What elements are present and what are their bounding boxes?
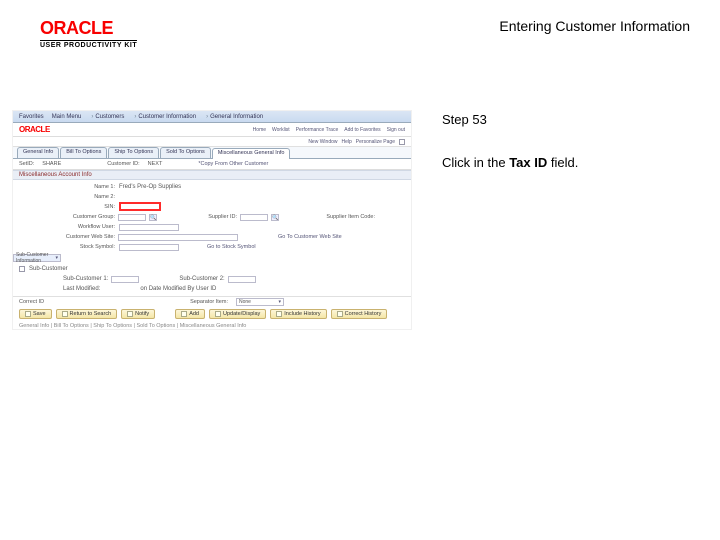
link-signout[interactable]: Sign out: [387, 127, 405, 133]
section-subcustomer: Sub-Customer Information: [13, 254, 61, 262]
sub2-field[interactable]: [228, 276, 256, 283]
lastmod-label: Last Modified:: [63, 286, 100, 292]
link-addfav[interactable]: Add to Favorites: [344, 127, 380, 133]
link-personalize[interactable]: Personalize Page: [356, 139, 395, 145]
notify-icon: [127, 311, 133, 317]
website-label: Customer Web Site:: [63, 234, 115, 240]
custid-label: Customer ID:: [107, 161, 139, 167]
footer-links[interactable]: General Info | Bill To Options | Ship To…: [13, 322, 411, 332]
custgrp-field[interactable]: [118, 214, 146, 221]
name1-value: Fred's Pre-Op Supplies: [119, 184, 181, 190]
stock-field[interactable]: [119, 244, 179, 251]
add-icon: [181, 311, 187, 317]
tab-misc[interactable]: Miscellaneous General Info: [212, 148, 291, 159]
setid-value: SHARE: [42, 161, 61, 167]
link-home[interactable]: Home: [253, 127, 266, 133]
instruction-text: Click in the Tax ID field.: [442, 155, 578, 170]
tabs: General Info Bill To Options Ship To Opt…: [13, 147, 411, 159]
setid-label: SetID:: [19, 161, 34, 167]
inchist-button[interactable]: Include History: [270, 309, 326, 319]
go-website-link[interactable]: Go To Customer Web Site: [278, 234, 342, 240]
http-icon: [399, 139, 405, 145]
return-icon: [62, 311, 68, 317]
instruction-pane: Step 53 Click in the Tax ID field.: [442, 110, 578, 330]
save-button[interactable]: Save: [19, 309, 52, 319]
supplier-label: Supplier ID:: [197, 214, 237, 220]
update-icon: [215, 311, 221, 317]
name1-label: Name 1:: [63, 184, 115, 190]
oracle-logo: ORACLE: [40, 18, 137, 39]
app-oracle-logo: ORACLE: [19, 125, 50, 134]
link-perf[interactable]: Performance Trace: [296, 127, 339, 133]
return-button[interactable]: Return to Search: [56, 309, 118, 319]
sub1-field[interactable]: [111, 276, 139, 283]
custgrp-label: Customer Group:: [63, 214, 115, 220]
doc-title: Entering Customer Information: [499, 18, 700, 34]
lookup-icon[interactable]: 🔍: [149, 214, 157, 221]
tab-ship-to[interactable]: Ship To Options: [108, 147, 159, 158]
custid-value: NEXT: [148, 161, 163, 167]
workflow-field[interactable]: [119, 224, 179, 231]
step-label: Step 53: [442, 112, 578, 127]
modby-label: on Date Modified By User ID: [140, 286, 216, 292]
subcustomer-label: Sub-Customer: [29, 266, 68, 272]
lookup-icon[interactable]: 🔍: [271, 214, 279, 221]
app-screenshot: Favorites Main Menu› Customers› Customer…: [12, 110, 412, 330]
link-worklist[interactable]: Worklist: [272, 127, 290, 133]
supplset-label: Supplier Item Code:: [319, 214, 375, 220]
tab-sold-to[interactable]: Sold To Options: [160, 147, 211, 158]
separator-label: Separator Item:: [190, 299, 228, 305]
copy-from-link[interactable]: *Copy From Other Customer: [198, 161, 268, 167]
breadcrumb: Favorites Main Menu› Customers› Customer…: [13, 111, 411, 123]
save-icon: [25, 311, 31, 317]
go-stock-link[interactable]: Go to Stock Symbol: [207, 244, 256, 250]
correct-icon: [337, 311, 343, 317]
sub1-label: Sub-Customer 1:: [63, 276, 108, 282]
supplier-field[interactable]: [240, 214, 268, 221]
stock-label: Stock Symbol:: [63, 244, 115, 250]
sub2-label: Sub-Customer 2:: [179, 276, 224, 282]
sin-label: SIN:: [63, 204, 115, 210]
correctid-label: Correct ID: [19, 299, 44, 305]
workflow-label: Workflow User:: [63, 224, 115, 230]
corrhist-button[interactable]: Correct History: [331, 309, 388, 319]
nav-customers[interactable]: Customers: [95, 114, 124, 120]
name2-label: Name 2:: [63, 194, 115, 200]
tab-bill-to[interactable]: Bill To Options: [60, 147, 107, 158]
add-button[interactable]: Add: [175, 309, 205, 319]
upk-label: USER PRODUCTIVITY KIT: [40, 40, 137, 49]
nav-main[interactable]: Main Menu: [52, 114, 82, 120]
link-newwindow[interactable]: New Window: [308, 139, 337, 145]
tax-id-field[interactable]: [119, 202, 161, 211]
link-help[interactable]: Help: [342, 139, 352, 145]
subcustomer-checkbox[interactable]: [19, 266, 25, 272]
section-misc-account: Miscellaneous Account Info: [13, 170, 411, 180]
nav-favorites[interactable]: Favorites: [19, 114, 44, 120]
updisp-button[interactable]: Update/Display: [209, 309, 266, 319]
separator-select[interactable]: None: [236, 298, 284, 306]
history-icon: [276, 311, 282, 317]
notify-button[interactable]: Notify: [121, 309, 155, 319]
nav-general[interactable]: General Information: [210, 114, 263, 120]
nav-custinfo[interactable]: Customer Information: [138, 114, 196, 120]
website-field[interactable]: [118, 234, 238, 241]
tab-general-info[interactable]: General Info: [17, 147, 59, 158]
brand-block: ORACLE USER PRODUCTIVITY KIT: [40, 18, 137, 49]
